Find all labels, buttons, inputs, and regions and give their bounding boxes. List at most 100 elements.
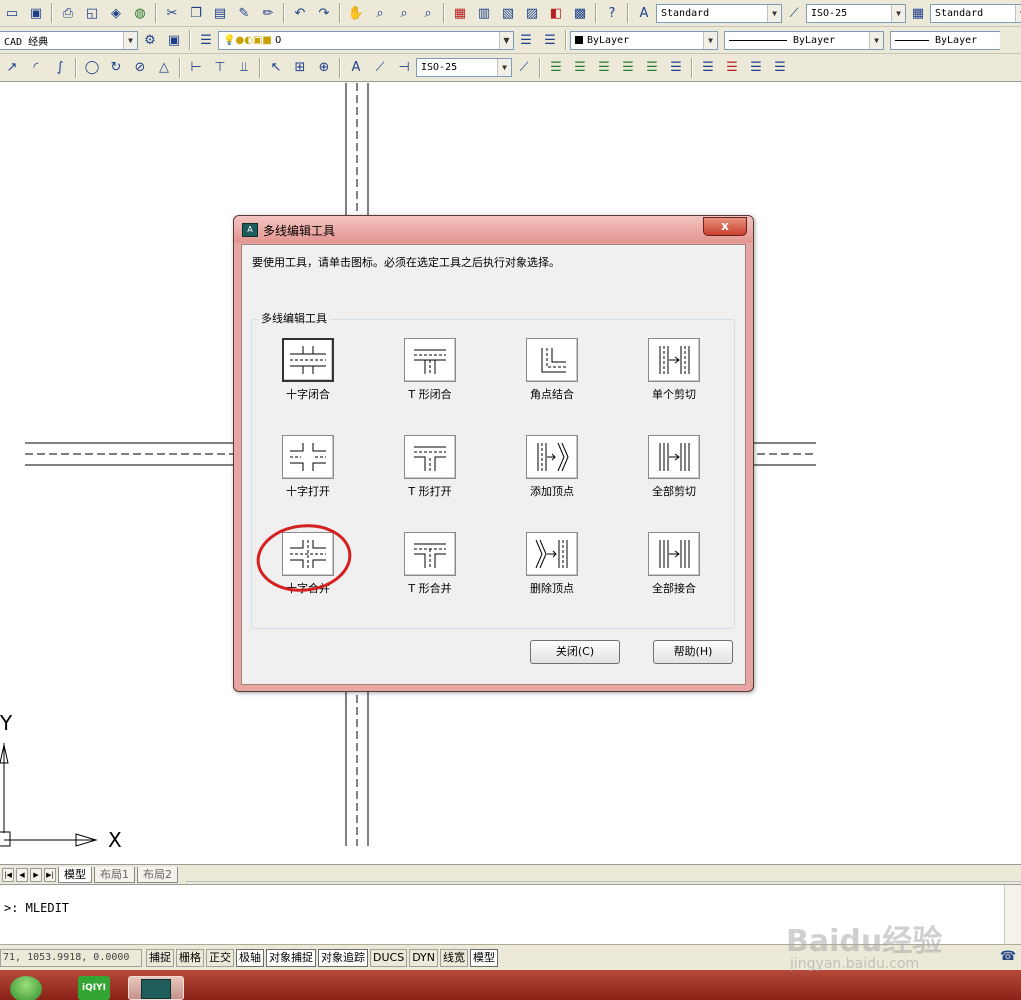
zoom-previous-icon[interactable]: ⌕ [417,3,439,23]
layer-tool-9-icon[interactable]: ☰ [745,58,767,78]
cut-single-button[interactable] [648,338,700,382]
layer-select[interactable]: 💡●◐▣■ 0 ▼ [218,30,514,50]
chevron-down-icon[interactable]: ▼ [499,31,513,49]
closed-cross-button[interactable] [282,338,334,382]
circle-icon[interactable]: ◯ [81,58,103,78]
tool-open-tee[interactable]: T 形打开 [380,435,480,511]
horizontal-scrollbar[interactable] [186,868,1021,882]
sheet-set-icon[interactable]: ▨ [521,3,543,23]
chevron-down-icon[interactable]: ▼ [703,31,717,49]
open-cross-button[interactable] [282,435,334,479]
tool-cut-single[interactable]: 单个剪切 [624,338,724,414]
add-vertex-button[interactable] [526,435,578,479]
leader-icon[interactable]: ↖ [265,58,287,78]
spline-icon[interactable]: ∫ [49,58,71,78]
text-style-icon[interactable]: A [633,3,655,23]
dim-linear-icon[interactable]: ⊢ [185,58,207,78]
tab-layout2[interactable]: 布局2 [137,866,178,883]
design-center-icon[interactable]: ▥ [473,3,495,23]
open-file-icon[interactable]: ▭ [1,3,23,23]
block-editor-icon[interactable]: ✏ [257,3,279,23]
osnap-toggle[interactable]: 对象捕捉 [266,948,316,967]
my-workspace-icon[interactable]: ▣ [163,30,185,50]
save-icon[interactable]: ▣ [25,3,47,23]
chevron-down-icon[interactable]: ▼ [123,31,137,49]
zoom-window-icon[interactable]: ⌕ [393,3,415,23]
cut-icon[interactable]: ✂ [161,3,183,23]
publish-icon[interactable]: ◈ [105,3,127,23]
tab-first-icon[interactable]: |◀ [2,867,14,882]
layer-tool-7-icon[interactable]: ☰ [697,58,719,78]
weld-all-button[interactable] [648,532,700,576]
print-icon[interactable]: ⎙ [57,3,79,23]
layer-tool-4-icon[interactable]: ☰ [617,58,639,78]
match-properties-icon[interactable]: ✎ [233,3,255,23]
tolerance-icon[interactable]: ⊞ [289,58,311,78]
table-style-select[interactable]: Standard ▼ [930,3,1021,23]
otrack-toggle[interactable]: 对象追踪 [318,948,368,967]
tool-corner-joint[interactable]: 角点结合 [502,338,602,414]
dim-edit-icon[interactable]: A [345,58,367,78]
pan-icon[interactable]: ✋ [345,3,367,23]
dim-baseline-icon[interactable]: ⫫ [233,58,255,78]
undo-icon[interactable]: ↶ [289,3,311,23]
close-icon[interactable]: x [703,217,747,236]
model-toggle[interactable]: 模型 [470,948,499,967]
tab-prev-icon[interactable]: ◀ [16,867,28,882]
dim-style-manager-icon[interactable]: ⟋ [513,58,535,78]
layer-tool-10-icon[interactable]: ☰ [769,58,791,78]
autocad-taskbar-button[interactable] [128,976,184,1000]
layer-tool-5-icon[interactable]: ☰ [641,58,663,78]
layer-tool-8-icon[interactable]: ☰ [721,58,743,78]
tab-layout1[interactable]: 布局1 [94,866,135,883]
table-style-icon[interactable]: ▦ [907,3,929,23]
angle-icon[interactable]: △ [153,58,175,78]
chevron-down-icon[interactable]: ▼ [1015,4,1021,22]
tool-closed-cross[interactable]: 十字闭合 [258,338,358,414]
chevron-down-icon[interactable]: ▼ [891,4,905,22]
center-mark-icon[interactable]: ⊕ [313,58,335,78]
dim-text-edit-icon[interactable]: ⟋ [369,58,391,78]
dim-style-select-2[interactable]: ISO-25 ▼ [416,58,512,77]
lineweight-toggle[interactable]: 线宽 [440,948,469,967]
workspace-settings-icon[interactable]: ⚙ [139,30,161,50]
dim-style-icon[interactable]: ⟋ [783,3,805,23]
redo-icon[interactable]: ↷ [313,3,335,23]
arc-icon[interactable]: ◜ [25,58,47,78]
coordinate-readout[interactable]: 71, 1053.9918, 0.0000 [0,948,142,967]
closed-tee-button[interactable] [404,338,456,382]
tool-cut-all[interactable]: 全部剪切 [624,435,724,511]
markup-icon[interactable]: ◧ [545,3,567,23]
start-orb-icon[interactable] [10,976,42,1000]
dim-style-select[interactable]: ISO-25 ▼ [806,3,906,23]
command-scrollbar[interactable] [1004,885,1021,945]
ducs-toggle[interactable]: DUCS [370,948,408,967]
tool-delete-vertex[interactable]: 删除顶点 [502,532,602,608]
chevron-down-icon[interactable]: ▼ [497,59,511,76]
communication-center-icon[interactable]: ☎ [999,949,1017,967]
dim-aligned-icon[interactable]: ⊤ [209,58,231,78]
dyn-toggle[interactable]: DYN [409,948,439,967]
tool-open-cross[interactable]: 十字打开 [258,435,358,511]
tool-palettes-icon[interactable]: ▧ [497,3,519,23]
properties-icon[interactable]: ▦ [449,3,471,23]
tool-closed-tee[interactable]: T 形闭合 [380,338,480,414]
print-preview-icon[interactable]: ◱ [81,3,103,23]
dim-update-icon[interactable]: ⊣ [393,58,415,78]
ortho-toggle[interactable]: 正交 [206,948,234,967]
tool-add-vertex[interactable]: 添加顶点 [502,435,602,511]
make-current-layer-icon[interactable]: ☰ [515,30,537,50]
polar-toggle[interactable]: 极轴 [236,948,264,967]
color-select[interactable]: ByLayer ▼ [570,30,718,50]
help-icon[interactable]: ? [601,3,623,23]
grid-toggle[interactable]: 栅格 [176,948,204,967]
tool-weld-all[interactable]: 全部接合 [624,532,724,608]
iqiyi-app-icon[interactable]: iQIYI [78,976,110,1000]
tool-merged-tee[interactable]: T 形合并 [380,532,480,608]
no-icon[interactable]: ⊘ [129,58,151,78]
open-tee-button[interactable] [404,435,456,479]
cut-all-button[interactable] [648,435,700,479]
layer-tool-3-icon[interactable]: ☰ [593,58,615,78]
calculator-icon[interactable]: ▩ [569,3,591,23]
copy-icon[interactable]: ❐ [185,3,207,23]
